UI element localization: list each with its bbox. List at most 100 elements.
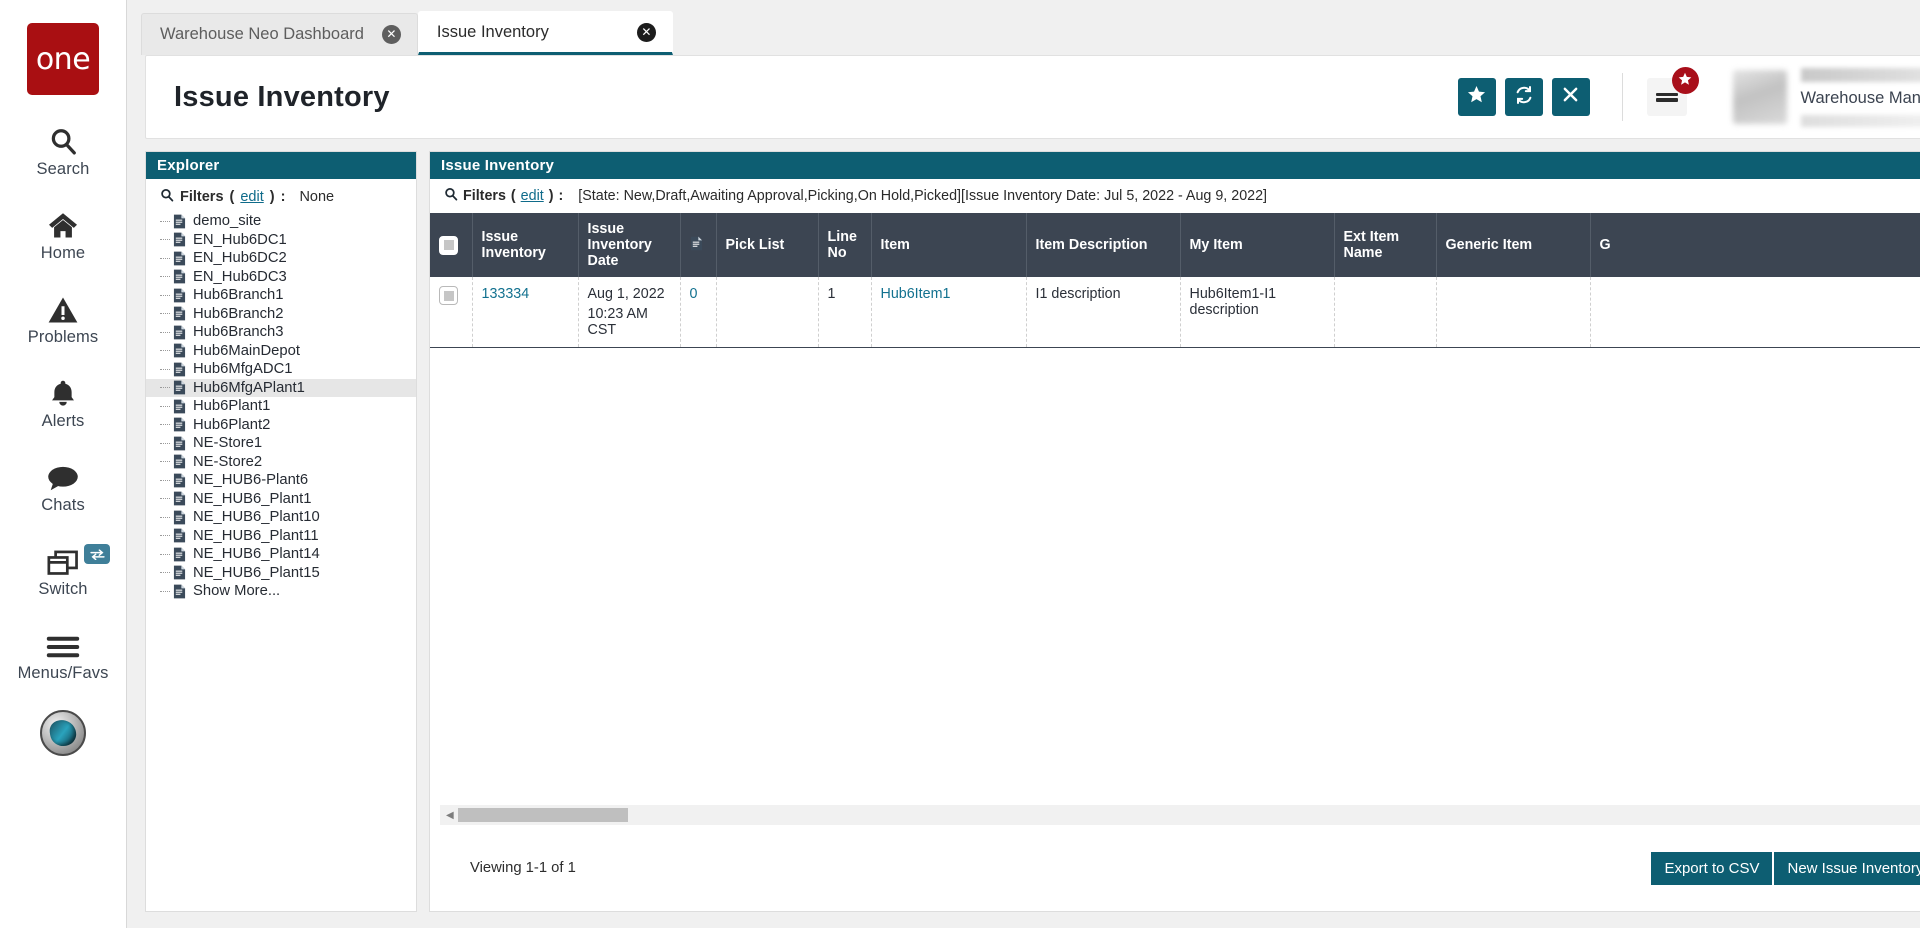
column-header-item_description[interactable]: Item Description [1026,213,1181,277]
explorer-tree-item[interactable]: Hub6MfgAPlant1 [146,378,416,397]
table-scroll-area: Issue Inventory Issue Inventory Date Pick … [430,213,1920,805]
explorer-tree-item-label: NE_HUB6-Plant6 [193,472,309,489]
column-header-line_no[interactable]: Line No [818,213,872,277]
explorer-tree-item[interactable]: Hub6Plant2 [146,416,416,435]
explorer-tree-item[interactable]: Hub6Branch3 [146,323,416,342]
tree-connector [160,294,170,296]
column-header-label: Pick List [725,237,785,253]
app-root: one Search Home Problems Alerts Chats Sw… [0,0,1920,928]
tab-strip: Warehouse Neo Dashboard ✕ Issue Inventor… [127,0,1920,55]
rail-label-alerts: Alerts [41,412,85,430]
table-row[interactable]: 133334 Aug 1, 2022 10:23 AM CST 0 1 Hub6Item1… [430,277,1920,348]
cell-pick_list [716,277,819,348]
paren-open: ( [510,188,516,204]
table-header-row: Issue Inventory Issue Inventory Date Pick … [430,213,1920,277]
tab-issue-inventory[interactable]: Issue Inventory ✕ [417,11,673,55]
horizontal-scrollbar[interactable]: ◀ ▶ [440,805,1920,825]
user-role: Warehouse Manager [1800,88,1920,107]
tab-warehouse-neo-dashboard[interactable]: Warehouse Neo Dashboard ✕ [141,13,418,55]
cell-value-item_description: I1 description [1035,286,1121,302]
row-select-checkbox[interactable] [439,286,458,305]
rail-item-alerts[interactable]: Alerts [8,374,118,431]
explorer-tree-item-label: Hub6Plant2 [193,416,271,433]
rail-item-chats[interactable]: Chats [8,458,118,515]
tree-connector [160,368,170,370]
column-header-issue_inventory[interactable]: Issue Inventory [472,213,579,277]
user-profile-avatar-icon[interactable] [40,710,86,756]
column-header-issue_inventory_date[interactable]: Issue Inventory Date [578,213,681,277]
explorer-tree-item[interactable]: Hub6Branch1 [146,286,416,305]
rail-item-switch[interactable]: Switch [8,542,118,599]
rail-item-home[interactable]: Home [8,206,118,263]
rail-item-menus-favs[interactable]: Menus/Favs [8,626,118,683]
close-button[interactable] [1551,78,1590,116]
favorite-button[interactable] [1457,78,1496,116]
explorer-tree-item[interactable]: demo_site [146,212,416,231]
cell-line_no: 1 [818,277,872,348]
column-header-pick_list[interactable]: Pick List [716,213,819,277]
scrollbar-thumb[interactable] [457,808,628,822]
tree-connector [160,553,170,555]
column-header-my_item[interactable]: My Item [1180,213,1335,277]
column-header-item[interactable]: Item [871,213,1027,277]
explorer-tree: demo_site EN_Hub6DC1 EN_Hub6DC2 EN_Hub6DC3 H… [146,212,416,611]
close-icon[interactable]: ✕ [381,25,401,44]
explorer-tree-item[interactable]: NE_HUB6_Plant11 [146,527,416,546]
rail-label-switch: Switch [38,580,88,598]
explorer-tree-item[interactable]: Show More... [146,582,416,601]
swap-arrows-icon[interactable] [84,544,110,564]
explorer-tree-item[interactable]: Hub6MainDepot [146,342,416,361]
explorer-tree-item[interactable]: NE_HUB6_Plant1 [146,490,416,509]
explorer-tree-item[interactable]: NE_HUB6-Plant6 [146,471,416,490]
close-icon[interactable]: ✕ [636,22,656,42]
explorer-tree-item[interactable]: NE-Store2 [146,453,416,472]
column-header-generic_item_2[interactable]: G [1590,213,1920,277]
scroll-left-arrow-icon[interactable]: ◀ [446,810,454,821]
filters-edit-link[interactable]: edit [521,188,544,204]
explorer-tree-item[interactable]: EN_Hub6DC3 [146,268,416,287]
document-icon [173,232,186,247]
explorer-tree-item[interactable]: Hub6Branch2 [146,305,416,324]
avatar [1732,70,1787,124]
scrollbar-track[interactable] [457,808,1920,822]
document-icon [173,417,186,432]
select-all-checkbox[interactable] [439,235,458,255]
cell-value-doc[interactable]: 0 [690,286,698,302]
column-header-ext_item_name[interactable]: Ext Item Name [1334,213,1437,277]
explorer-tree-item-label: NE_HUB6_Plant15 [193,564,320,581]
paren-open: ( [229,189,235,205]
explorer-tree-item[interactable]: EN_Hub6DC2 [146,249,416,268]
explorer-tree-item-label: Hub6MfgADC1 [193,361,293,378]
document-icon [173,565,186,580]
user-block[interactable]: Warehouse Manager [1732,67,1920,127]
content-row: Explorer Filters (edit): None demo_site E… [127,139,1920,928]
panel-title: Issue Inventory [430,152,1920,179]
filters-edit-link[interactable]: edit [240,189,263,205]
explorer-tree-item[interactable]: EN_Hub6DC1 [146,231,416,250]
column-header-doc[interactable] [680,213,717,277]
explorer-tree-item[interactable]: NE_HUB6_Plant14 [146,545,416,564]
column-header-generic_item[interactable]: Generic Item [1436,213,1591,277]
column-header-select[interactable] [430,213,473,277]
explorer-tree-item[interactable]: NE_HUB6_Plant15 [146,564,416,583]
explorer-tree-item[interactable]: NE_HUB6_Plant10 [146,508,416,527]
star-icon [1467,85,1486,109]
tree-connector [160,461,170,463]
rail-item-search[interactable]: Search [8,122,118,179]
tree-connector [160,442,170,444]
explorer-tree-item-label: NE_HUB6_Plant14 [193,546,320,563]
explorer-tree-item[interactable]: Hub6MfgADC1 [146,360,416,379]
rail-item-problems[interactable]: Problems [8,290,118,347]
cell-value-item[interactable]: Hub6Item1 [881,286,951,302]
tab-label: Issue Inventory [436,22,549,41]
tree-connector [160,257,170,259]
colon: : [558,188,564,204]
explorer-tree-item[interactable]: Hub6Plant1 [146,397,416,416]
cell-value-issue_inventory[interactable]: 133334 [482,286,530,302]
one-network-logo[interactable]: one [27,23,99,95]
export-to-csv-button[interactable]: Export to CSV [1651,851,1773,885]
favorites-menu-button[interactable] [1646,67,1699,116]
explorer-tree-item[interactable]: NE-Store1 [146,434,416,453]
new-issue-inventory-button[interactable]: New Issue Inventory [1774,851,1920,885]
refresh-button[interactable] [1504,78,1543,116]
